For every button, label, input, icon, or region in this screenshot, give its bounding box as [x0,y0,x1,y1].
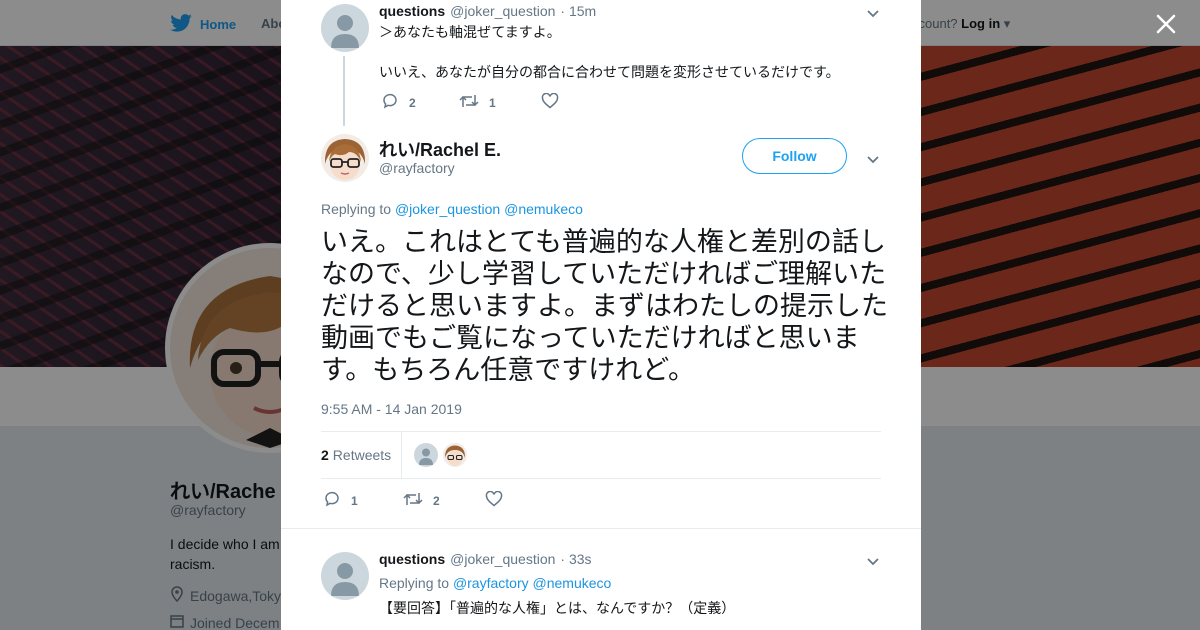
follow-button[interactable]: Follow [742,138,847,174]
reply-button[interactable]: 2 [381,92,459,113]
tweet-time[interactable]: · 15m [560,3,596,19]
replying-to: Replying to @joker_question @nemukeco [321,201,583,217]
author-avatar[interactable] [321,134,369,182]
tweet-text: いえ。これはとても普遍的な人権と差別の話しなので、少し学習していただければご理解… [321,227,888,385]
tweet-text-line: ＞あなたも軸混ぜてますよ。 [379,24,561,40]
reply-button[interactable]: 1 [323,490,403,511]
main-tweet-actions: 1 2 [323,490,503,511]
parent-tweet-actions: 2 1 [381,92,559,113]
tweet-stats: 2 Retweets [321,431,881,479]
retweeter-avatar[interactable] [414,443,438,467]
reply-tweet-header: questions @joker_question · 33s [379,551,592,567]
retweet-count: 2 [433,493,440,508]
like-button[interactable] [541,92,559,112]
replying-to-label: Replying to [379,575,450,591]
reply-icon [381,92,399,113]
mention-link[interactable]: @rayfactory [453,575,529,591]
replying-to-label: Replying to [321,201,392,217]
heart-icon [485,490,503,510]
close-icon[interactable] [1152,10,1180,38]
retweet-count: 1 [489,95,496,110]
mention-link[interactable]: @nemukeco [533,575,612,591]
parent-tweet-header: questions @joker_question · 15m [379,3,596,19]
retweets-stat[interactable]: 2 Retweets [321,432,402,478]
chevron-down-icon[interactable] [866,6,880,18]
parent-tweet-text: ＞あなたも軸混ぜてますよ。 いいえ、あなたが自分の都合に合わせて問題を変形させて… [379,22,840,82]
retweet-button[interactable]: 2 [403,491,485,510]
retweets-count: 2 [321,447,329,463]
thread-connector [343,56,345,126]
like-button[interactable] [485,490,503,510]
retweeter-avatar[interactable] [443,443,467,467]
tweet-text-line: いいえ、あなたが自分の都合に合わせて問題を変形させているだけです。 [379,64,840,80]
tweet-time[interactable]: · 33s [560,551,591,567]
reply-count: 1 [351,493,358,508]
reply-tweet-text: 【要回答】「普遍的な人権」とは、なんですか？（定義） [379,600,736,616]
chevron-down-icon[interactable] [866,554,880,566]
reply-count: 2 [409,95,416,110]
author-name[interactable]: questions [379,551,445,567]
tweet-permalink-modal: questions @joker_question · 15m ＞あなたも軸混ぜ… [281,0,921,630]
author-name[interactable]: questions [379,3,445,19]
reply-icon [323,490,341,511]
author-name[interactable]: れい/Rachel E. [379,136,501,162]
replies-divider [281,528,921,538]
tweet-timestamp[interactable]: 9:55 AM - 14 Jan 2019 [321,401,462,417]
retweet-icon [403,491,423,510]
retweet-button[interactable]: 1 [459,93,541,112]
default-avatar[interactable] [321,552,369,600]
mention-link[interactable]: @nemukeco [504,201,583,217]
default-avatar[interactable] [321,4,369,52]
author-handle[interactable]: @joker_question [450,551,555,567]
author-handle[interactable]: @rayfactory [379,160,455,176]
retweet-icon [459,93,479,112]
mention-link[interactable]: @joker_question [395,201,500,217]
heart-icon [541,92,559,112]
author-handle[interactable]: @joker_question [450,3,555,19]
retweets-label: Retweets [332,447,392,463]
replying-to: Replying to @rayfactory @nemukeco [379,575,611,591]
chevron-down-icon[interactable] [866,152,880,164]
